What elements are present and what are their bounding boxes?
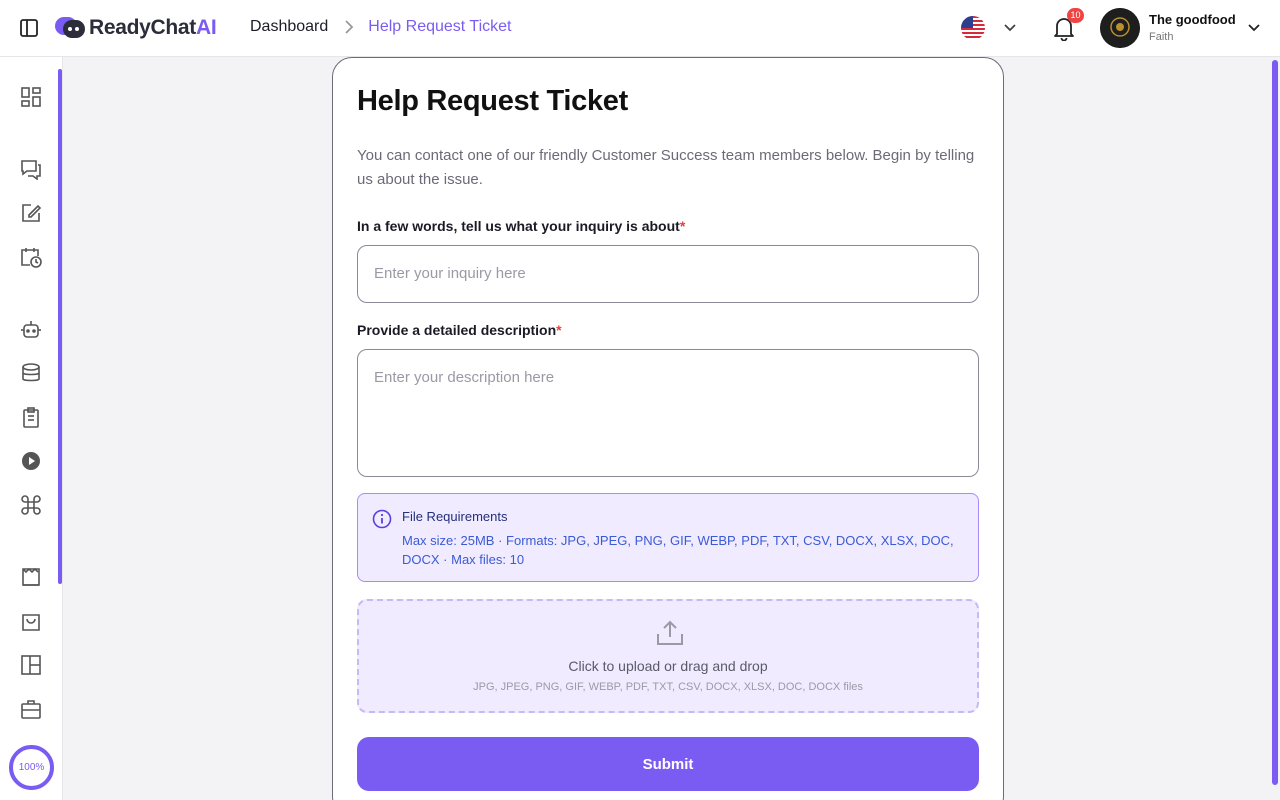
file-requirements-box: File Requirements Max size: 25MB · Forma… — [357, 493, 979, 582]
us-flag-icon[interactable] — [961, 16, 985, 40]
file-upload-dropzone[interactable]: Click to upload or drag and drop JPG, JP… — [357, 599, 979, 713]
notification-count-badge: 10 — [1067, 8, 1084, 23]
description-textarea[interactable]: Enter your description here — [357, 349, 979, 477]
sidebar: 100% — [0, 57, 63, 800]
upload-file-types: JPG, JPEG, PNG, GIF, WEBP, PDF, TXT, CSV… — [473, 681, 863, 693]
info-icon — [372, 509, 392, 529]
page-title: Help Request Ticket — [357, 85, 628, 117]
file-requirements-text: Max size: 25MB · Formats: JPG, JPEG, PNG… — [402, 533, 954, 567]
zoom-level-badge[interactable]: 100% — [9, 745, 54, 790]
play-icon[interactable] — [20, 450, 42, 472]
submit-button[interactable]: Submit — [357, 737, 979, 791]
breadcrumb: Dashboard Help Request Ticket — [250, 18, 511, 36]
avatar[interactable] — [1100, 8, 1140, 48]
calendar-clock-icon[interactable] — [20, 246, 42, 268]
chevron-right-icon — [345, 20, 354, 34]
user-menu-chevron-down-icon[interactable] — [1247, 21, 1261, 35]
user-role: Faith — [1149, 31, 1174, 43]
help-request-card: Help Request Ticket You can contact one … — [332, 57, 1004, 800]
shopping-bag-icon[interactable] — [20, 610, 42, 632]
ticket-icon[interactable] — [20, 566, 42, 588]
bot-icon[interactable] — [20, 318, 42, 340]
database-icon[interactable] — [20, 362, 42, 384]
upload-instruction: Click to upload or drag and drop — [568, 658, 768, 674]
briefcase-icon[interactable] — [20, 698, 42, 720]
sidebar-scrollbar[interactable] — [58, 69, 62, 584]
description-placeholder: Enter your description here — [374, 369, 555, 386]
inquiry-input[interactable]: Enter your inquiry here — [357, 245, 979, 303]
inquiry-placeholder: Enter your inquiry here — [374, 265, 526, 282]
top-header: ReadyChatAI Dashboard Help Request Ticke… — [0, 0, 1280, 57]
command-icon[interactable] — [20, 494, 42, 516]
breadcrumb-dashboard[interactable]: Dashboard — [250, 18, 328, 36]
edit-icon[interactable] — [20, 202, 42, 224]
upload-icon — [657, 620, 683, 645]
breadcrumb-current: Help Request Ticket — [368, 18, 512, 35]
intro-text: You can contact one of our friendly Cust… — [357, 147, 975, 188]
layout-icon[interactable] — [20, 654, 42, 676]
page-scrollbar[interactable] — [1272, 60, 1278, 785]
description-label: Provide a detailed description* — [357, 322, 562, 338]
language-chevron-down-icon[interactable] — [1003, 21, 1017, 35]
logo-mark-icon — [55, 17, 85, 38]
chat-icon[interactable] — [20, 158, 42, 181]
brand-name: ReadyChatAI — [89, 16, 217, 39]
clipboard-icon[interactable] — [20, 406, 42, 428]
file-requirements-title: File Requirements — [402, 509, 508, 524]
brand-logo[interactable]: ReadyChatAI — [54, 14, 217, 42]
sidebar-toggle-icon[interactable] — [19, 18, 39, 38]
dashboard-grid-icon[interactable] — [20, 86, 42, 108]
user-name: The goodfood — [1149, 12, 1236, 27]
inquiry-label: In a few words, tell us what your inquir… — [357, 218, 686, 234]
